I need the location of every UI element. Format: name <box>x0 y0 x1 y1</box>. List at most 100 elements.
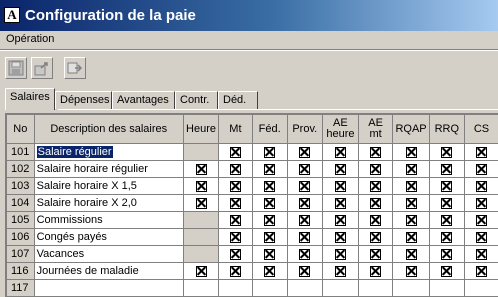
description-cell[interactable]: Congés payés <box>34 229 183 246</box>
col-header-cs[interactable]: CS <box>464 115 498 144</box>
col-header-rqap[interactable]: RQAP <box>393 115 429 144</box>
checkbox-checked-icon[interactable] <box>196 181 207 192</box>
checkbox-checked-icon[interactable] <box>476 147 487 158</box>
cell-heure[interactable] <box>183 161 218 178</box>
checkbox-checked-icon[interactable] <box>196 266 207 277</box>
table-row[interactable]: 103Salaire horaire X 1,5 <box>7 178 498 195</box>
app-icon[interactable]: A <box>4 7 20 23</box>
cell-heure[interactable] <box>183 229 218 246</box>
cell-ae-heure[interactable] <box>322 195 358 212</box>
checkbox-checked-icon[interactable] <box>406 164 417 175</box>
cell-prov[interactable] <box>287 144 322 161</box>
cell-heure[interactable] <box>183 212 218 229</box>
cell-rqap[interactable] <box>393 212 429 229</box>
description-cell[interactable]: Commissions <box>34 212 183 229</box>
checkbox-checked-icon[interactable] <box>230 232 241 243</box>
cell-rrq[interactable] <box>429 144 464 161</box>
description-cell[interactable]: Salaire horaire X 1,5 <box>34 178 183 195</box>
salary-grid[interactable]: No Description des salaires Heure Mt Féd… <box>5 113 498 297</box>
cell-fed[interactable] <box>252 229 287 246</box>
cell-heure[interactable] <box>183 280 218 297</box>
cell-ae-mt[interactable] <box>358 263 393 280</box>
checkbox-checked-icon[interactable] <box>370 147 381 158</box>
checkbox-checked-icon[interactable] <box>335 164 346 175</box>
cell-heure[interactable] <box>183 195 218 212</box>
checkbox-checked-icon[interactable] <box>230 249 241 260</box>
cell-mt[interactable] <box>219 229 253 246</box>
checkbox-checked-icon[interactable] <box>476 249 487 260</box>
col-header-heure[interactable]: Heure <box>183 115 218 144</box>
cell-mt[interactable] <box>219 280 253 297</box>
cell-ae-mt[interactable] <box>358 144 393 161</box>
cell-ae-heure[interactable] <box>322 178 358 195</box>
checkbox-checked-icon[interactable] <box>370 232 381 243</box>
tab-salaires[interactable]: Salaires <box>5 88 55 110</box>
cell-cs[interactable] <box>464 178 498 195</box>
tab-avantages[interactable]: Avantages <box>112 91 175 109</box>
checkbox-checked-icon[interactable] <box>335 198 346 209</box>
description-cell[interactable] <box>34 280 183 297</box>
checkbox-checked-icon[interactable] <box>441 215 452 226</box>
tab-ded[interactable]: Déd. <box>218 91 258 109</box>
col-header-description[interactable]: Description des salaires <box>34 115 183 144</box>
cell-rqap[interactable] <box>393 263 429 280</box>
cell-fed[interactable] <box>252 263 287 280</box>
checkbox-checked-icon[interactable] <box>264 164 275 175</box>
cell-mt[interactable] <box>219 195 253 212</box>
checkbox-checked-icon[interactable] <box>476 266 487 277</box>
checkbox-checked-icon[interactable] <box>476 181 487 192</box>
cell-prov[interactable] <box>287 212 322 229</box>
cell-fed[interactable] <box>252 212 287 229</box>
checkbox-checked-icon[interactable] <box>299 266 310 277</box>
checkbox-checked-icon[interactable] <box>230 215 241 226</box>
table-row[interactable]: 117 <box>7 280 498 297</box>
cell-fed[interactable] <box>252 178 287 195</box>
checkbox-checked-icon[interactable] <box>476 198 487 209</box>
cell-cs[interactable] <box>464 195 498 212</box>
checkbox-checked-icon[interactable] <box>299 198 310 209</box>
checkbox-checked-icon[interactable] <box>406 232 417 243</box>
cell-ae-mt[interactable] <box>358 212 393 229</box>
checkbox-checked-icon[interactable] <box>264 198 275 209</box>
cell-ae-mt[interactable] <box>358 161 393 178</box>
cell-cs[interactable] <box>464 246 498 263</box>
cell-heure[interactable] <box>183 246 218 263</box>
cell-rqap[interactable] <box>393 246 429 263</box>
table-row[interactable]: 107Vacances <box>7 246 498 263</box>
cell-mt[interactable] <box>219 178 253 195</box>
description-cell[interactable]: Salaire horaire régulier <box>34 161 183 178</box>
checkbox-checked-icon[interactable] <box>230 147 241 158</box>
checkbox-checked-icon[interactable] <box>264 181 275 192</box>
cell-ae-mt[interactable] <box>358 229 393 246</box>
cell-fed[interactable] <box>252 161 287 178</box>
cell-cs[interactable] <box>464 212 498 229</box>
cell-prov[interactable] <box>287 161 322 178</box>
cell-heure[interactable] <box>183 178 218 195</box>
table-row[interactable]: 101Salaire régulier <box>7 144 498 161</box>
cell-ae-mt[interactable] <box>358 280 393 297</box>
checkbox-checked-icon[interactable] <box>299 147 310 158</box>
col-header-no[interactable]: No <box>7 115 35 144</box>
cell-fed[interactable] <box>252 246 287 263</box>
checkbox-checked-icon[interactable] <box>406 249 417 260</box>
checkbox-checked-icon[interactable] <box>441 147 452 158</box>
cell-prov[interactable] <box>287 178 322 195</box>
cell-ae-heure[interactable] <box>322 280 358 297</box>
checkbox-checked-icon[interactable] <box>441 249 452 260</box>
checkbox-checked-icon[interactable] <box>264 215 275 226</box>
checkbox-checked-icon[interactable] <box>299 249 310 260</box>
checkbox-checked-icon[interactable] <box>406 266 417 277</box>
checkbox-checked-icon[interactable] <box>230 266 241 277</box>
col-header-fed[interactable]: Féd. <box>252 115 287 144</box>
description-cell[interactable]: Vacances <box>34 246 183 263</box>
cell-rrq[interactable] <box>429 195 464 212</box>
checkbox-checked-icon[interactable] <box>370 266 381 277</box>
export-button[interactable] <box>31 57 53 79</box>
col-header-rrq[interactable]: RRQ <box>429 115 464 144</box>
checkbox-checked-icon[interactable] <box>299 181 310 192</box>
table-row[interactable]: 116Journées de maladie <box>7 263 498 280</box>
cell-prov[interactable] <box>287 280 322 297</box>
cell-mt[interactable] <box>219 144 253 161</box>
cell-prov[interactable] <box>287 246 322 263</box>
cell-ae-heure[interactable] <box>322 229 358 246</box>
